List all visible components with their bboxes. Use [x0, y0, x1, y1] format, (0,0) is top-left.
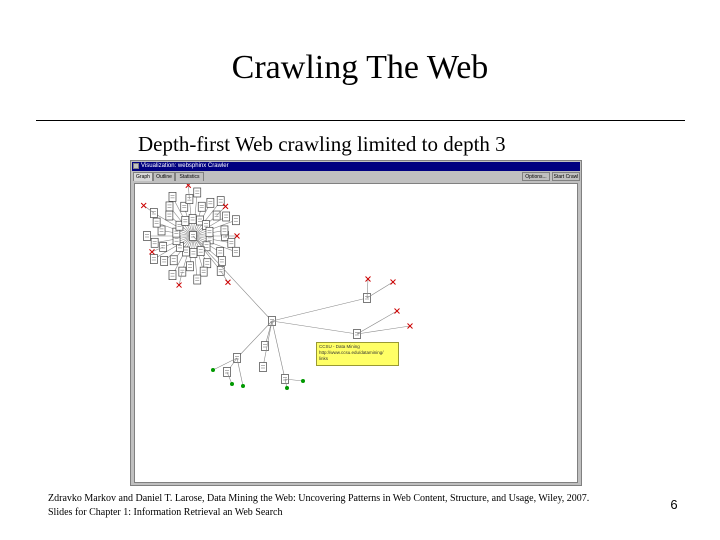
page-node-icon	[186, 261, 194, 272]
leaf-node	[301, 379, 305, 383]
page-node-icon	[193, 274, 202, 285]
page-node-icon	[152, 217, 161, 228]
page-node-icon	[199, 266, 208, 277]
page-node-icon	[259, 362, 267, 372]
footer-citation: Zdravko Markov and Daniel T. Larose, Dat…	[48, 493, 590, 504]
page-node-icon	[188, 214, 197, 224]
graph-edge	[271, 320, 358, 335]
page-node-icon	[203, 258, 212, 269]
page-node-icon	[150, 208, 158, 218]
page-number: 6	[670, 497, 678, 512]
page-node-icon	[205, 226, 214, 237]
crawler-window: Visualization: websphinx Crawler Graph O…	[130, 160, 582, 486]
graph-edge	[356, 325, 411, 335]
slide-title: Crawling The Web	[231, 49, 489, 86]
tab-graph[interactable]: Graph	[133, 172, 153, 181]
page-node-icon	[227, 237, 236, 248]
graph-edge	[271, 320, 286, 380]
leaf-node	[230, 382, 234, 386]
page-node-icon	[193, 187, 202, 198]
tab-statistics[interactable]: Statistics	[175, 172, 204, 181]
page-node-icon	[196, 246, 205, 256]
slide-subtitle: Depth-first Web crawling limited to dept…	[138, 132, 506, 156]
page-node-icon	[181, 216, 190, 226]
page-node-icon	[169, 255, 178, 266]
page-node-icon	[165, 201, 174, 212]
page-node-icon	[222, 211, 231, 222]
start-crawl-button[interactable]: Start Crawl	[552, 172, 580, 181]
page-node-icon	[216, 247, 225, 257]
graph-edge	[271, 297, 368, 322]
page-node-icon	[168, 192, 177, 202]
leaf-node	[211, 368, 215, 372]
graph-canvas[interactable]: CCSU - Data Mining http://www.ccsu.edu/d…	[134, 183, 578, 483]
tab-outline[interactable]: Outline	[153, 172, 175, 181]
page-tooltip: CCSU - Data Mining http://www.ccsu.edu/d…	[316, 342, 399, 366]
leaf-node	[241, 384, 245, 388]
tooltip-extra: links	[319, 356, 329, 361]
page-node-icon	[220, 225, 229, 236]
graph-edge	[366, 281, 394, 299]
page-node-icon	[206, 197, 215, 208]
page-node-icon	[168, 270, 177, 280]
graph-edge	[356, 310, 398, 335]
title-divider	[36, 120, 685, 121]
page-node-icon	[197, 201, 206, 212]
page-node-icon	[232, 215, 240, 226]
window-toolbar: Graph Outline Statistics Options... Star…	[132, 172, 580, 182]
page-node-icon	[160, 256, 169, 266]
page-node-icon	[189, 248, 198, 258]
options-button[interactable]: Options...	[522, 172, 550, 181]
page-node-icon	[150, 237, 159, 248]
app-icon	[133, 163, 139, 169]
slide-footer: Zdravko Markov and Daniel T. Larose, Dat…	[48, 492, 628, 520]
page-node-icon	[165, 210, 174, 221]
leaf-node	[285, 386, 289, 390]
window-title: Visualization: websphinx Crawler	[141, 163, 229, 169]
page-node-icon	[232, 246, 240, 257]
page-node-icon	[143, 231, 151, 241]
footer-chapter: Slides for Chapter 1: Information Retrie…	[48, 507, 283, 518]
page-node-icon	[150, 254, 158, 264]
window-titlebar[interactable]: Visualization: websphinx Crawler	[132, 162, 580, 171]
crawl-graph[interactable]	[135, 184, 578, 483]
